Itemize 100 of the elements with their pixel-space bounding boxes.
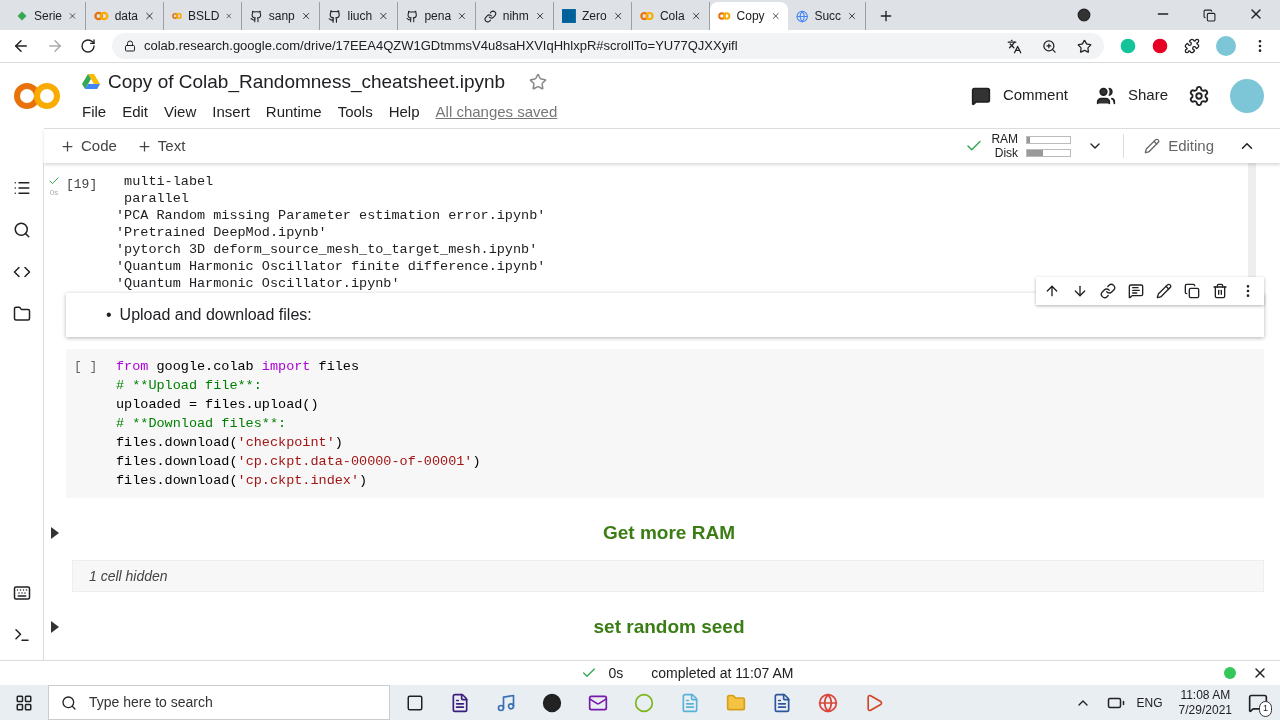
extension-icon[interactable] <box>1152 38 1168 54</box>
folder-icon[interactable] <box>12 305 31 323</box>
app-icon[interactable] <box>450 692 470 713</box>
code-line: files.download('checkpoint') <box>116 434 344 452</box>
menu-item[interactable]: Runtime <box>265 100 322 123</box>
move-up-icon[interactable] <box>1044 283 1060 299</box>
plus-icon <box>136 138 152 154</box>
code-line: # **Upload file**: <box>116 377 263 395</box>
keyboard-icon[interactable] <box>12 584 31 602</box>
taskbar-search-field[interactable]: Type here to search <box>48 685 390 720</box>
delete-icon[interactable] <box>1212 283 1228 299</box>
tab-title: liuch <box>347 8 373 25</box>
disk-label: Disk <box>994 146 1019 160</box>
output-line: 'Quantum Harmonic Oscillator finite difference.ipynb' <box>116 258 546 275</box>
menu-item[interactable]: View <box>164 100 197 123</box>
mirror-icon[interactable] <box>1184 283 1200 299</box>
bookmark-icon[interactable] <box>1077 38 1092 54</box>
close-icon[interactable] <box>300 10 311 22</box>
settings-icon[interactable] <box>1188 84 1210 107</box>
output-line: multi-label <box>123 173 215 190</box>
clock-date[interactable]: 7/29/2021 <box>1178 702 1232 718</box>
output-line: parallel <box>123 190 190 207</box>
bullet-marker: • <box>106 305 112 325</box>
colab-icon <box>94 11 109 21</box>
zoom-icon[interactable] <box>1042 38 1057 54</box>
menu-item[interactable]: Insert <box>212 100 250 123</box>
save-status-link[interactable]: All changes saved <box>435 100 558 123</box>
add-cell-button[interactable]: Text <box>136 134 186 158</box>
menu-item[interactable]: Tools <box>337 100 373 123</box>
notebook-title[interactable]: Copy of Colab_Randomness_cheatsheet.ipynb <box>108 68 506 97</box>
execution-count: [ ] <box>73 358 99 376</box>
browser-tab[interactable]: Copy <box>710 2 788 30</box>
editing-button[interactable]: Editing <box>1144 134 1214 158</box>
close-icon[interactable] <box>457 10 467 22</box>
add-cell-button[interactable]: Code <box>60 134 117 158</box>
menu-item[interactable]: Help <box>388 100 420 123</box>
github-icon <box>406 8 419 24</box>
colab-logo <box>12 80 62 111</box>
browser-tab[interactable]: Zero <box>554 2 632 30</box>
browser-tab[interactable]: Succ <box>788 2 866 30</box>
section-heading: Get more RAM <box>602 520 736 545</box>
drive-icon <box>82 74 100 91</box>
close-icon[interactable] <box>534 10 545 22</box>
comment-icon <box>970 85 991 106</box>
ram-label: RAM <box>991 132 1019 146</box>
execution-time: 0s <box>49 187 59 199</box>
link-icon <box>484 8 497 24</box>
hidden-cells-bar[interactable]: 1 cell hidden <box>72 560 1264 592</box>
execution-count: [19] <box>66 176 98 194</box>
plus-icon <box>60 138 75 154</box>
comment-icon[interactable] <box>1128 283 1144 299</box>
address-bar[interactable]: colab.research.google.com/drive/17EEA4QZW1GDtmmsV4u8saHXVIqHhlxpR#scrollTo=YU77QJXXyifl <box>112 33 1104 59</box>
windows-start-icon[interactable] <box>15 693 33 712</box>
success-icon <box>48 175 60 187</box>
app-icon[interactable] <box>542 692 562 713</box>
app-icon[interactable] <box>772 692 792 713</box>
browser-icon[interactable] <box>818 692 838 713</box>
link-icon[interactable] <box>1100 283 1116 299</box>
back-icon[interactable] <box>12 37 30 55</box>
output-line: 'PCA Random missing Parameter estimation error.ipynb' <box>116 207 546 224</box>
expand-icon[interactable] <box>50 621 60 633</box>
browser-tab[interactable]: liuch <box>320 2 398 30</box>
tab-title: Cola <box>659 8 685 25</box>
expand-icon[interactable] <box>50 527 60 539</box>
move-down-icon[interactable] <box>1072 283 1088 299</box>
task-view-icon[interactable] <box>406 693 424 712</box>
tab-title: Serie <box>34 8 62 25</box>
browser-tab[interactable]: sanp <box>242 2 320 30</box>
browser-tab[interactable]: Serie <box>8 2 86 30</box>
menu-item[interactable]: File <box>82 100 107 123</box>
clock-time[interactable]: 11:08 AM <box>1180 687 1231 703</box>
terminal-icon[interactable] <box>12 626 31 644</box>
extensions-icon[interactable] <box>1184 38 1200 54</box>
browser-tab[interactable]: nihm <box>476 2 554 30</box>
browser-tab[interactable]: pena <box>398 2 476 30</box>
comment-button[interactable]: Comment <box>970 84 1068 107</box>
browser-tab[interactable]: data <box>86 2 164 30</box>
share-button[interactable]: Share <box>1095 84 1168 107</box>
new-tab-icon[interactable] <box>878 8 894 24</box>
section-heading: set random seed <box>592 614 746 639</box>
code-line: from google.colab import files <box>116 358 361 376</box>
globe-icon <box>796 8 809 24</box>
search-icon[interactable] <box>12 221 31 239</box>
notifications-icon[interactable] <box>1248 692 1268 713</box>
translate-icon[interactable] <box>1007 38 1022 54</box>
star-icon[interactable] <box>529 73 548 92</box>
browser-tab[interactable]: BSLD <box>164 2 242 30</box>
close-icon[interactable] <box>847 10 857 22</box>
code-line: # **Download files**: <box>116 415 288 433</box>
restore-icon[interactable] <box>1203 9 1216 22</box>
table-of-contents-icon[interactable] <box>12 179 31 197</box>
menu-item[interactable]: Edit <box>122 100 149 123</box>
reload-icon[interactable] <box>80 38 96 54</box>
run-time: 0s <box>608 663 624 683</box>
code-line: files.download('cp.ckpt.data-00000-of-00001') <box>116 453 481 471</box>
notification-count: 1 <box>1259 701 1272 717</box>
language-indicator[interactable]: ENG <box>1136 693 1163 712</box>
edit-icon[interactable] <box>1156 283 1172 299</box>
code-line: uploaded = files.upload() <box>116 396 320 414</box>
tab-title: BSLD <box>188 8 220 25</box>
